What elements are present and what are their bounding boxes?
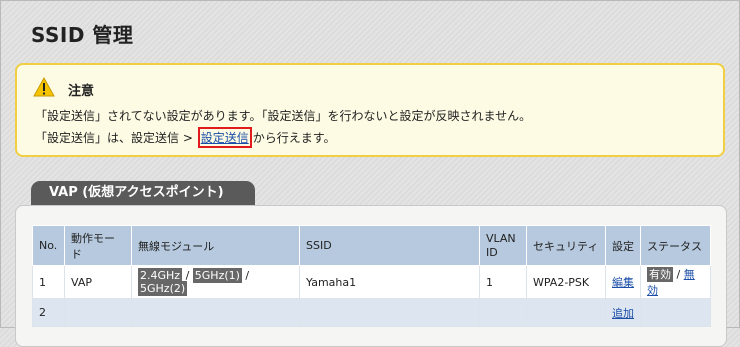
col-header-mode: 動作モード <box>64 225 132 266</box>
page-title: SSID 管理 <box>31 23 134 47</box>
col-header-vlan-line1: VLAN <box>486 231 516 245</box>
warning-icon <box>33 77 55 97</box>
send-settings-link[interactable]: 設定送信 <box>201 131 249 145</box>
col-header-ssid: SSID <box>299 225 480 266</box>
col-header-security: セキュリティ <box>526 225 606 266</box>
cell-mode <box>64 298 132 327</box>
col-header-vlan-line2: ID <box>486 245 498 259</box>
cell-ssid: Yamaha1 <box>299 265 480 299</box>
notice-title: 注意 <box>68 84 95 99</box>
cell-vlan <box>479 298 527 327</box>
cell-module: 2.4GHz / 5GHz(1) / 5GHz(2) <box>131 265 300 299</box>
col-header-module: 無線モジュール <box>131 225 300 266</box>
vap-section-tab: VAP (仮想アクセスポイント) <box>31 181 255 205</box>
cell-ssid <box>299 298 480 327</box>
notice-box: 注意 「設定送信」されてない設定があります。「設定送信」を行わないと設定が反映さ… <box>15 63 725 157</box>
table-row: 1 VAP 2.4GHz / 5GHz(1) / 5GHz(2) Yamaha1… <box>32 265 711 299</box>
notice-instructions: 「設定送信」は、設定送信 > 設定送信 から行えます。 <box>35 127 336 148</box>
cell-no: 1 <box>32 265 65 299</box>
module-badge-5ghz-1: 5GHz(1) <box>192 268 242 283</box>
notice-instructions-prefix: 「設定送信」は、設定送信 > <box>35 131 197 145</box>
cell-setting: 追加 <box>605 298 641 327</box>
col-header-no: No. <box>32 225 65 266</box>
cell-security: WPA2-PSK <box>526 265 606 299</box>
col-header-vlan-id: VLAN ID <box>479 225 527 266</box>
edit-link[interactable]: 編集 <box>612 276 634 289</box>
table-header-row: No. 動作モード 無線モジュール SSID VLAN ID セキュリティ 設定 … <box>32 225 711 266</box>
cell-security <box>526 298 606 327</box>
cell-module <box>131 298 300 327</box>
cell-mode: VAP <box>64 265 132 299</box>
cell-no: 2 <box>32 298 65 327</box>
cell-status: 有効 / 無効 <box>640 265 711 299</box>
col-header-status: ステータス <box>640 225 711 266</box>
cell-vlan: 1 <box>479 265 527 299</box>
cell-status <box>640 298 711 327</box>
status-separator: / <box>673 268 684 281</box>
cell-setting: 編集 <box>605 265 641 299</box>
module-badge-5ghz-2: 5GHz(2) <box>138 281 188 296</box>
add-link[interactable]: 追加 <box>612 307 634 320</box>
module-separator: / <box>241 269 250 282</box>
vap-table: No. 動作モード 無線モジュール SSID VLAN ID セキュリティ 設定 … <box>32 225 711 327</box>
highlight-box: 設定送信 <box>197 127 252 148</box>
col-header-setting: 設定 <box>605 225 641 266</box>
table-row: 2 追加 <box>32 298 711 327</box>
notice-instructions-suffix: から行えます。 <box>252 131 336 145</box>
status-enabled-badge: 有効 <box>647 267 673 282</box>
notice-message: 「設定送信」されてない設定があります。「設定送信」を行わないと設定が反映されませ… <box>35 109 532 123</box>
